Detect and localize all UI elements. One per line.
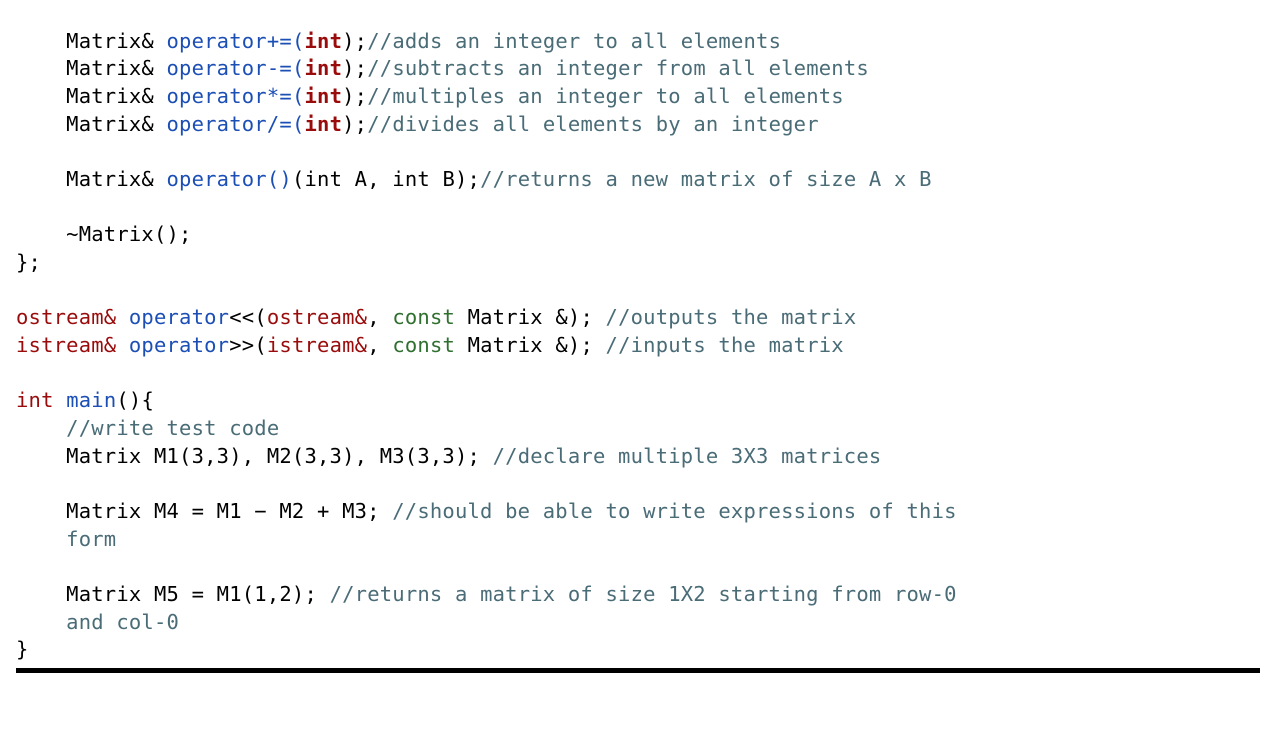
code-line: Matrix M4 = M1 − M2 + M3; //should be ab… bbox=[16, 499, 957, 523]
code-line: //write test code bbox=[16, 416, 279, 440]
code-line: Matrix M5 = M1(1,2); //returns a matrix … bbox=[16, 582, 957, 606]
code-line: Matrix& operator/=(int);//divides all el… bbox=[16, 112, 819, 136]
code-block: Matrix& operator+=(int);//adds an intege… bbox=[0, 0, 1276, 668]
code-line: int main(){ bbox=[16, 388, 154, 412]
code-line: } bbox=[16, 637, 29, 661]
code-line: Matrix& operator-=(int);//subtracts an i… bbox=[16, 56, 869, 80]
divider bbox=[16, 668, 1260, 673]
code-line: form bbox=[16, 527, 116, 551]
code-line: Matrix M1(3,3), M2(3,3), M3(3,3); //decl… bbox=[16, 444, 881, 468]
code-line: }; bbox=[16, 250, 41, 274]
code-line: istream& operator>>(istream&, const Matr… bbox=[16, 333, 844, 357]
code-line: ~Matrix(); bbox=[16, 222, 192, 246]
code-line: ostream& operator<<(ostream&, const Matr… bbox=[16, 305, 856, 329]
code-line: and col-0 bbox=[16, 610, 179, 634]
code-line: Matrix& operator*=(int);//multiples an i… bbox=[16, 84, 844, 108]
code-line: Matrix& operator()(int A, int B);//retur… bbox=[16, 167, 932, 191]
code-line: Matrix& operator+=(int);//adds an intege… bbox=[16, 29, 781, 53]
